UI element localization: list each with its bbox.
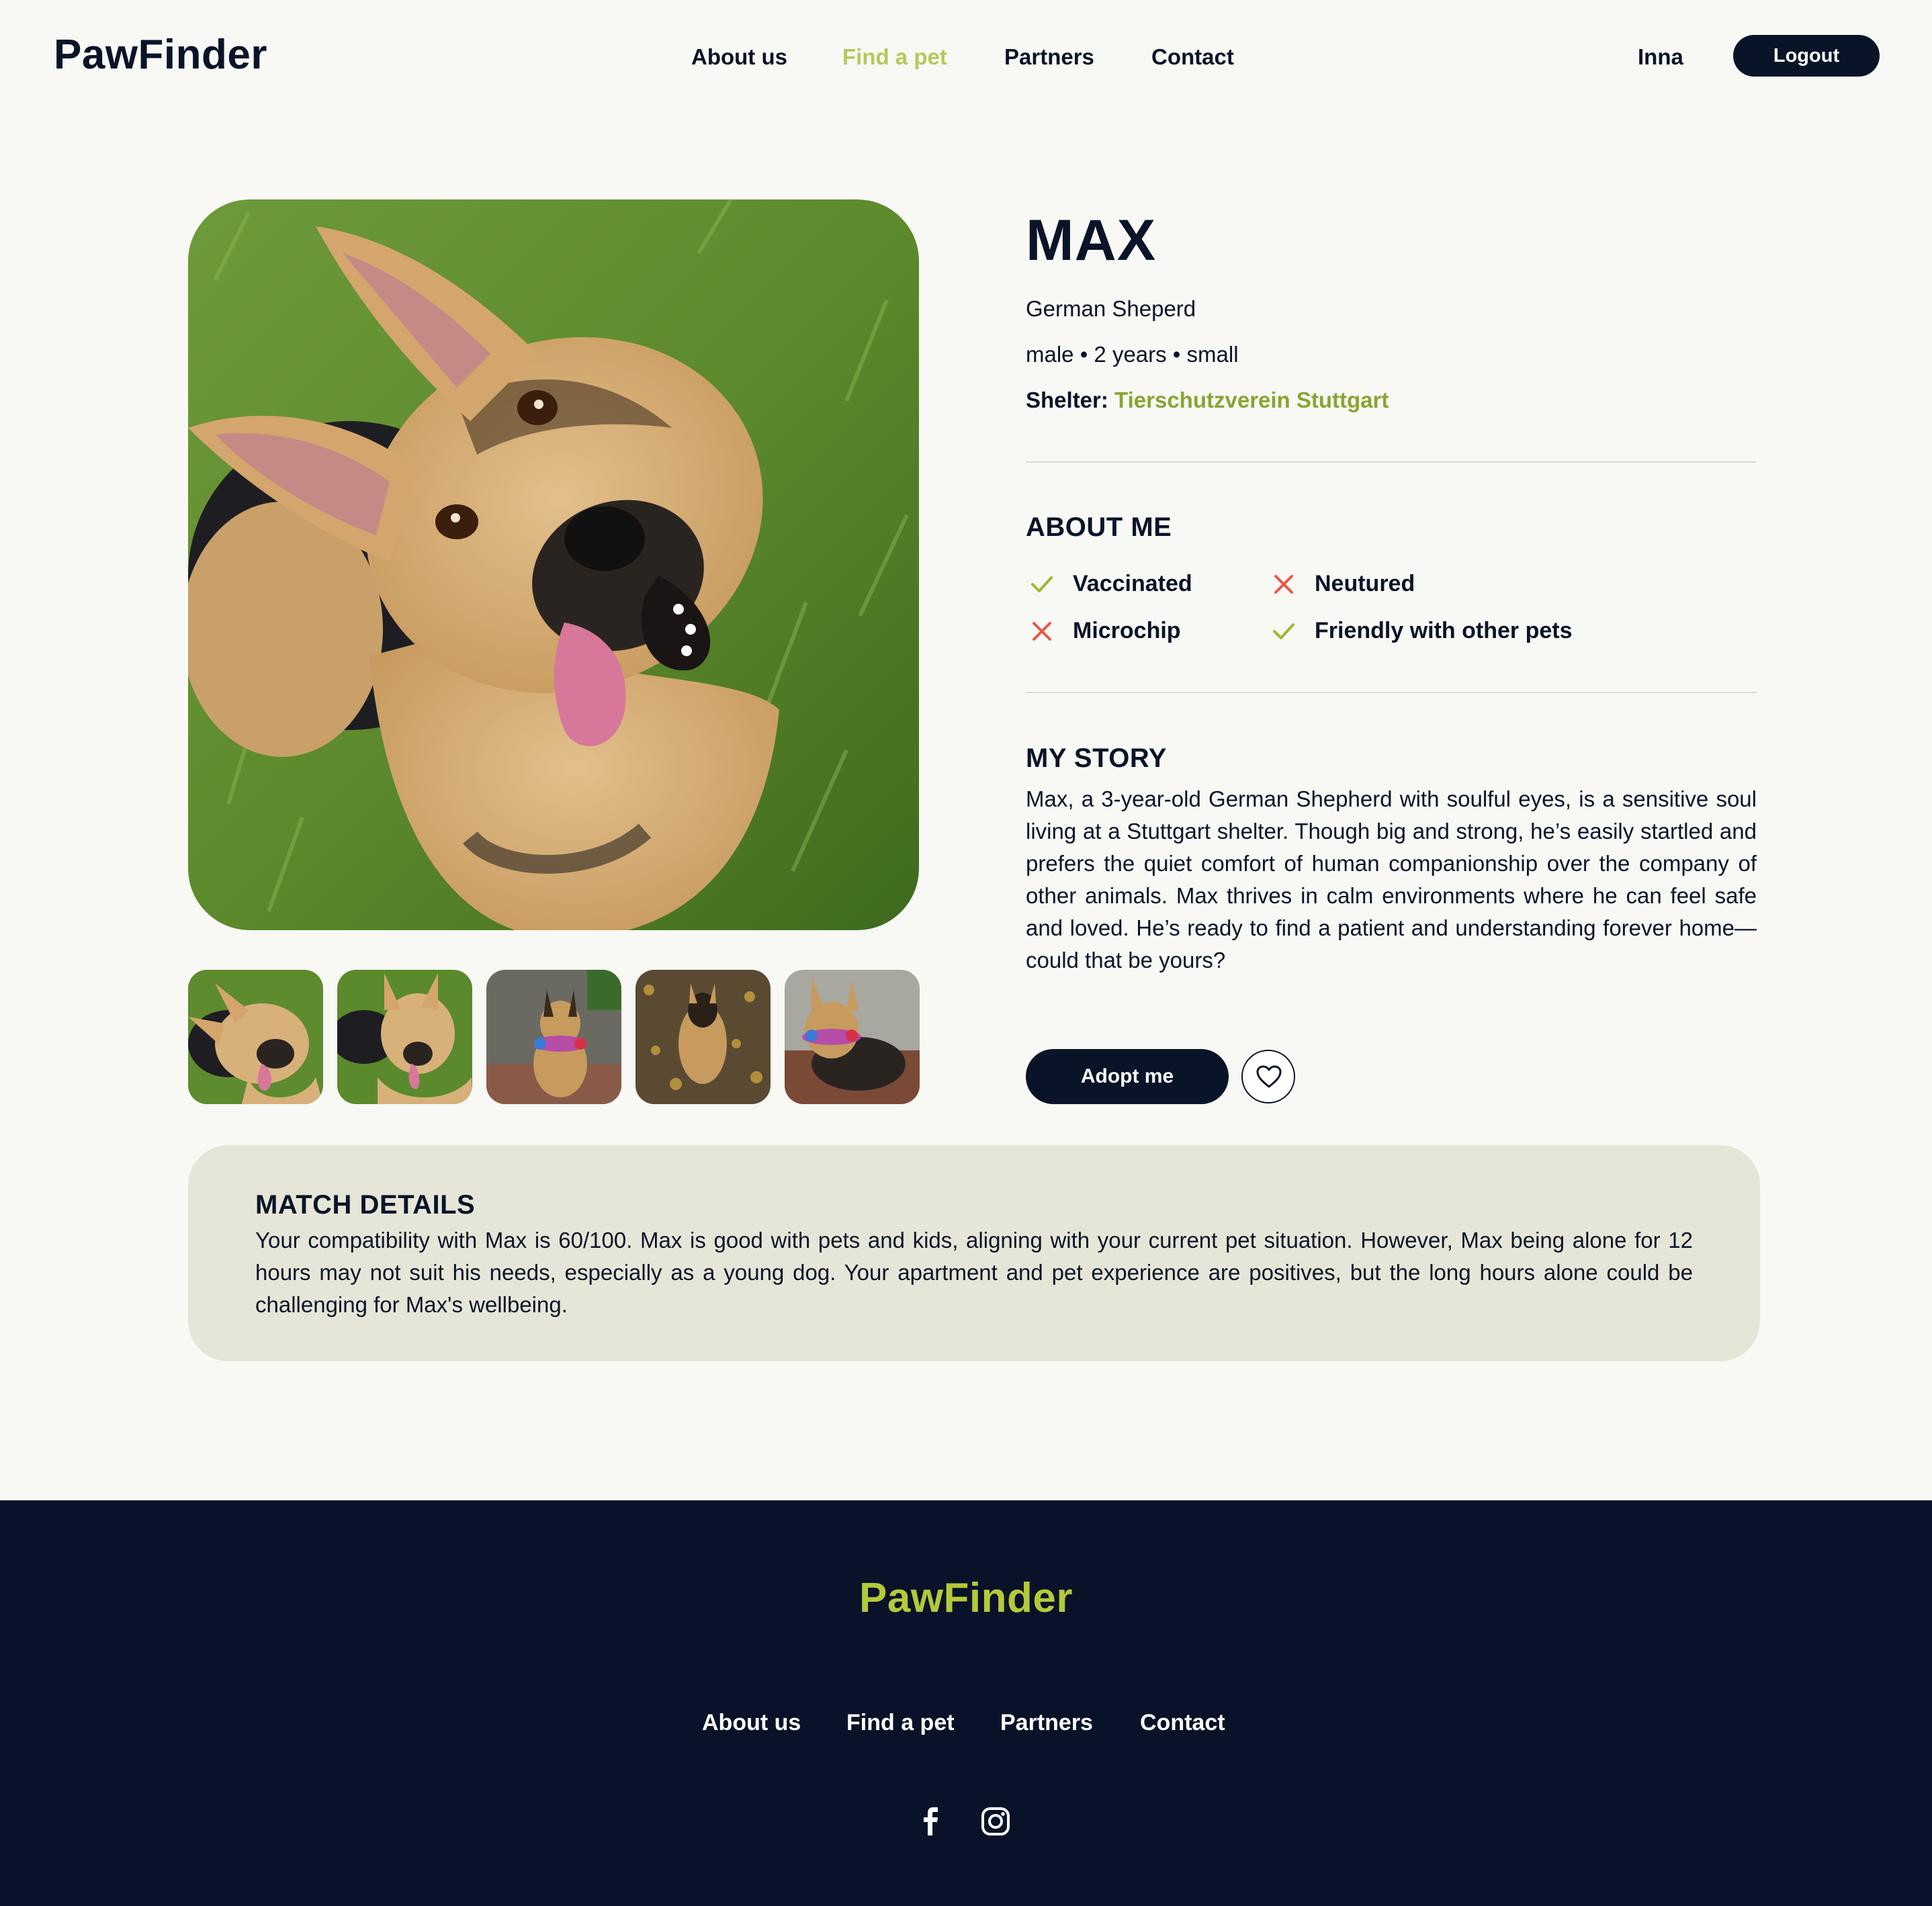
thumbnail-2[interactable] [337,970,472,1104]
pet-breed: German Sheperd [1026,296,1196,321]
footer-nav-partners[interactable]: Partners [1000,1706,1093,1739]
adopt-me-button[interactable]: Adopt me [1026,1049,1229,1104]
dog-photo-icon [337,970,472,1104]
pet-name: MAX [1026,208,1157,273]
trait-label: Microchip [1073,618,1181,643]
dog-photo-icon [635,970,771,1104]
shelter-label: Shelter: [1026,388,1108,412]
match-details-text: Your compatibility with Max is 60/100. M… [255,1228,1693,1317]
pet-summary: male • 2 years • small [1026,342,1239,367]
dog-photo-icon [785,970,920,1104]
favorite-button[interactable] [1241,1050,1295,1103]
check-icon [1031,576,1053,592]
nav-contact[interactable]: Contact [1151,40,1234,74]
cross-icon [1274,575,1293,594]
about-me-title: ABOUT ME [1026,512,1172,542]
dog-photo-icon [188,199,919,930]
site-header: PawFinder About us Find a pet Partners C… [0,0,1932,114]
trait-label: Neutured [1315,571,1415,596]
footer-nav-about-us[interactable]: About us [702,1706,801,1739]
user-name[interactable]: Inna [1638,40,1683,74]
nav-find-a-pet[interactable]: Find a pet [842,40,947,74]
facebook-link[interactable] [920,1807,942,1836]
divider [1026,461,1757,463]
match-details-title: MATCH DETAILS [255,1190,476,1220]
shelter-line: Shelter: Tierschutzverein Stuttgart [1026,383,1389,417]
thumbnail-1[interactable] [188,970,323,1104]
footer-logo[interactable]: PawFinder [0,1574,1932,1622]
main-pet-photo [188,199,919,930]
site-footer: PawFinder About us Find a pet Partners C… [0,1500,1932,1906]
footer-nav-contact[interactable]: Contact [1140,1706,1225,1739]
facebook-icon [924,1807,938,1835]
match-details-card: MATCH DETAILS Your compatibility with Ma… [188,1145,1760,1361]
thumbnail-3[interactable] [486,970,621,1104]
heart-icon [1256,1065,1282,1088]
cross-icon [1033,622,1051,641]
story-text: Max, a 3-year-old German Shepherd with s… [1026,786,1757,972]
dog-photo-icon [486,970,621,1104]
logout-button[interactable]: Logout [1733,35,1880,77]
trait-label: Friendly with other pets [1315,618,1573,643]
instagram-icon [981,1807,1010,1835]
check-icon [1273,623,1294,639]
trait-label: Vaccinated [1073,571,1192,596]
nav-partners[interactable]: Partners [1004,40,1094,74]
thumbnail-5[interactable] [785,970,920,1104]
nav-about-us[interactable]: About us [691,40,787,74]
instagram-link[interactable] [981,1807,1010,1836]
divider [1026,692,1757,693]
my-story-title: MY STORY [1026,743,1167,773]
shelter-link[interactable]: Tierschutzverein Stuttgart [1114,388,1389,412]
dog-photo-icon [188,970,323,1104]
footer-nav-find-a-pet[interactable]: Find a pet [846,1706,955,1739]
thumbnail-4[interactable] [635,970,771,1104]
